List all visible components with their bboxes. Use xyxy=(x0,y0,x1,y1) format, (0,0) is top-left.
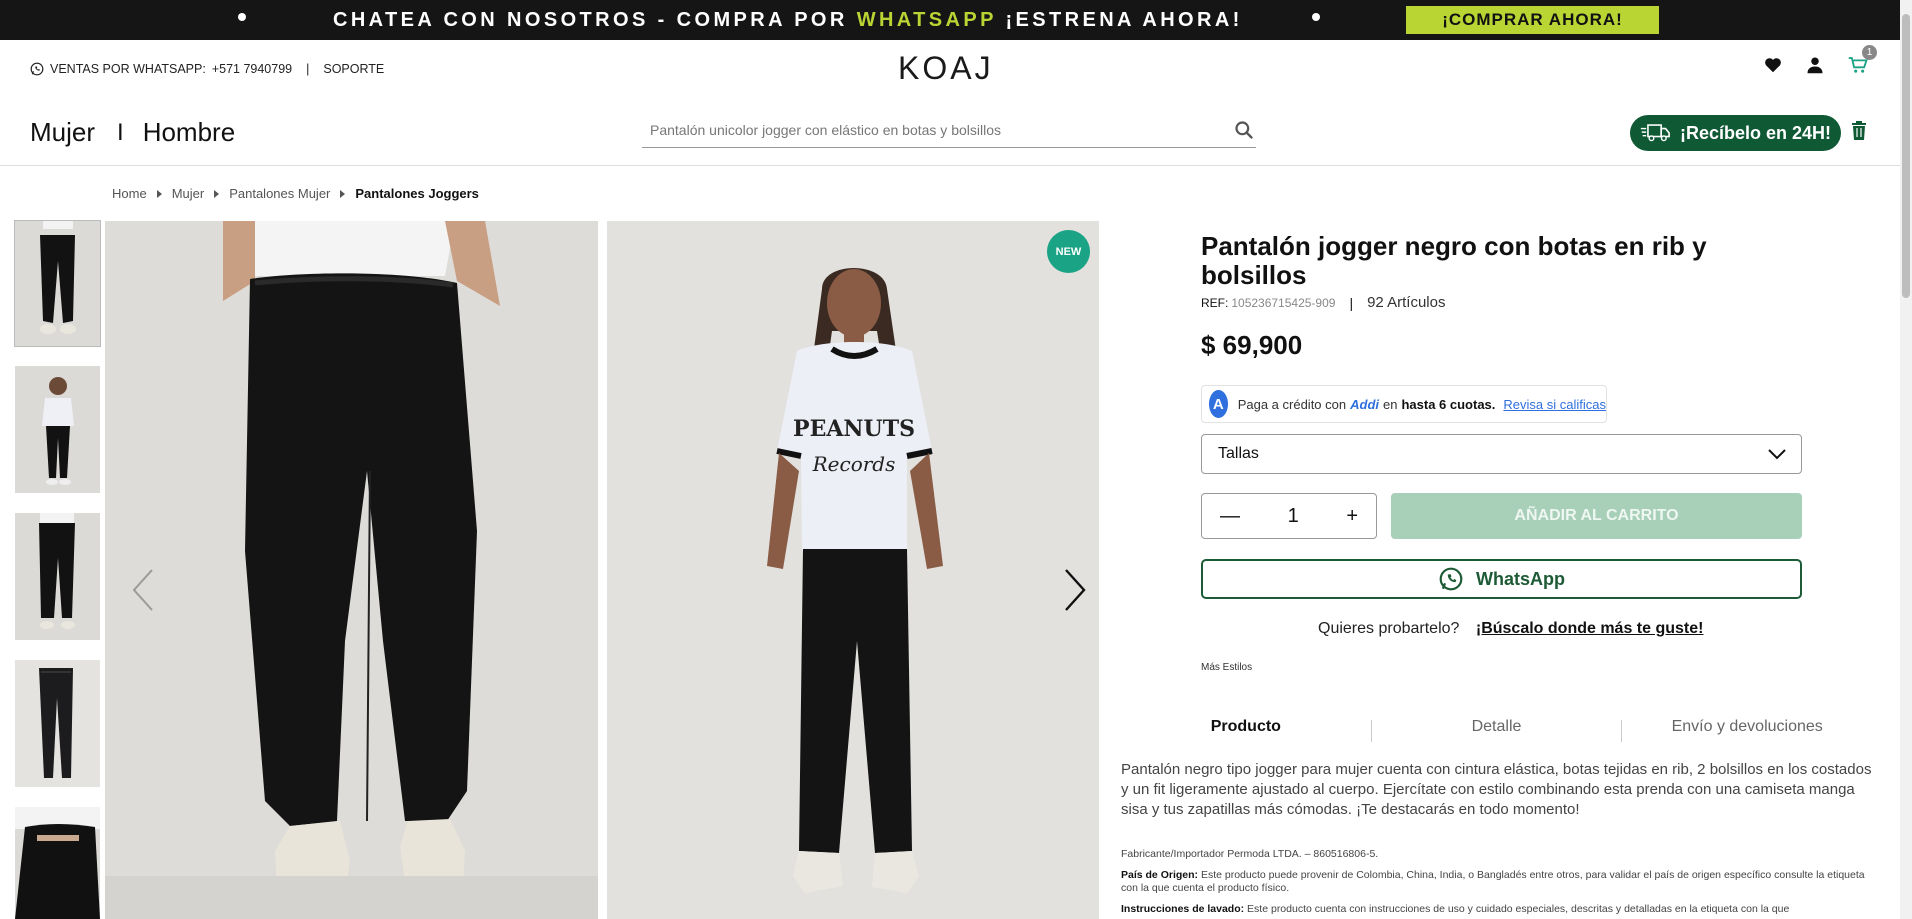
delivery-truck-icon xyxy=(1640,124,1670,142)
tab-detalle[interactable]: Detalle xyxy=(1372,718,1622,744)
user-icon[interactable] xyxy=(1806,56,1824,74)
breadcrumb-mujer[interactable]: Mujer xyxy=(172,186,205,201)
addi-check-link[interactable]: Revisa si calificas xyxy=(1503,397,1606,412)
whatsapp-phone[interactable]: +571 7940799 xyxy=(212,62,292,76)
page-scrollbar[interactable] xyxy=(1900,0,1912,919)
whatsapp-button-label: WhatsApp xyxy=(1476,568,1565,589)
articles-count: 92 Artículos xyxy=(1367,294,1446,311)
addi-credit-banner: A Paga a crédito con Addi en hasta 6 cuo… xyxy=(1201,385,1607,423)
addi-logo-icon: A xyxy=(1209,390,1228,418)
nav-divider: I xyxy=(117,118,124,146)
product-image-2[interactable]: PEANUTS Records xyxy=(607,221,1099,919)
promo-bar: CHATEA CON NOSOTROS - COMPRA POR WHATSAP… xyxy=(0,0,1912,40)
find-store-link[interactable]: ¡Búscalo donde más te guste! xyxy=(1476,620,1704,637)
ref-value: 105236715425-909 xyxy=(1231,295,1336,310)
whatsapp-icon xyxy=(30,62,44,76)
breadcrumb-separator-icon xyxy=(214,189,220,198)
breadcrumb-separator-icon xyxy=(156,189,162,198)
breadcrumb: Home Mujer Pantalones Mujer Pantalones J… xyxy=(112,186,479,201)
product-image-1[interactable] xyxy=(105,221,598,919)
product-ref: REF: 105236715425-909 | 92 Artículos xyxy=(1201,294,1446,311)
addi-brand: Addi xyxy=(1350,396,1379,412)
breadcrumb-home[interactable]: Home xyxy=(112,186,147,201)
logo[interactable]: KOAJ xyxy=(898,50,994,87)
tab-envio-devoluciones[interactable]: Envío y devoluciones xyxy=(1622,718,1872,744)
nav-men[interactable]: Hombre xyxy=(143,117,235,148)
whatsapp-button[interactable]: WhatsApp xyxy=(1201,559,1802,599)
washing-info: Instrucciones de lavado: Este producto c… xyxy=(1121,903,1790,915)
prev-image-arrow-icon[interactable] xyxy=(131,568,155,612)
breadcrumb-separator-icon xyxy=(340,189,346,198)
search-bar[interactable]: Pantalón unicolor jogger con elástico en… xyxy=(642,116,1256,148)
manufacturer-info: Fabricante/Importador Permoda LTDA. – 86… xyxy=(1121,848,1379,860)
origin-info: País de Origen: Este producto puede prov… xyxy=(1121,869,1865,894)
thumbnail-1[interactable] xyxy=(14,220,101,347)
breadcrumb-pantalones-mujer[interactable]: Pantalones Mujer xyxy=(229,186,330,201)
whatsapp-sales[interactable]: VENTAS POR WHATSAPP: +571 7940799 | SOPO… xyxy=(30,62,384,76)
thumbnail-4[interactable] xyxy=(15,660,100,787)
try-on-row: Quieres probartelo? ¡Búscalo donde más t… xyxy=(1318,620,1704,637)
thumbnail-2[interactable] xyxy=(15,366,100,493)
thumbnail-3[interactable] xyxy=(15,513,100,640)
more-styles-label: Más Estilos xyxy=(1201,662,1253,673)
svg-text:PEANUTS: PEANUTS xyxy=(793,416,915,442)
header-divider xyxy=(0,165,1900,166)
cart-count-badge: 1 xyxy=(1862,45,1877,60)
quantity-plus-button[interactable]: + xyxy=(1346,505,1358,528)
product-tabs: Producto Detalle Envío y devoluciones xyxy=(1121,718,1872,744)
chevron-down-icon xyxy=(1768,449,1786,460)
tab-producto[interactable]: Producto xyxy=(1121,718,1371,744)
support-link[interactable]: SOPORTE xyxy=(323,62,384,76)
header-icons xyxy=(1764,56,1868,74)
new-badge: NEW xyxy=(1047,230,1090,273)
promo-dot xyxy=(238,13,246,21)
trash-icon[interactable] xyxy=(1851,121,1867,140)
next-image-arrow-icon[interactable] xyxy=(1063,568,1087,612)
buy-now-button[interactable]: ¡COMPRAR AHORA! xyxy=(1406,6,1659,34)
search-icon[interactable] xyxy=(1234,120,1254,140)
quantity-minus-button[interactable]: — xyxy=(1220,505,1240,528)
promo-dot xyxy=(1312,13,1320,21)
whatsapp-icon xyxy=(1439,567,1463,591)
thumbnail-5[interactable] xyxy=(15,807,100,919)
add-to-cart-button[interactable]: AÑADIR AL CARRITO xyxy=(1391,493,1802,539)
product-price: $ 69,900 xyxy=(1201,330,1303,360)
product-title: Pantalón jogger negro con botas en rib y… xyxy=(1201,231,1707,290)
delivery-24h-button[interactable]: ¡Recíbelo en 24H! xyxy=(1630,115,1841,151)
product-description: Pantalón negro tipo jogger para mujer cu… xyxy=(1121,761,1872,818)
promo-message: CHATEA CON NOSOTROS - COMPRA POR WHATSAP… xyxy=(333,9,1243,31)
quantity-value[interactable]: 1 xyxy=(1288,505,1299,528)
scrollbar-thumb[interactable] xyxy=(1902,14,1910,298)
delivery-label: ¡Recíbelo en 24H! xyxy=(1679,122,1832,143)
heart-icon[interactable] xyxy=(1764,57,1782,73)
search-input[interactable]: Pantalón unicolor jogger con elástico en… xyxy=(650,122,1001,138)
breadcrumb-current: Pantalones Joggers xyxy=(355,186,479,201)
quantity-stepper: — 1 + xyxy=(1201,493,1377,539)
svg-text:Records: Records xyxy=(812,452,896,476)
nav-women[interactable]: Mujer xyxy=(30,117,95,148)
whatsapp-sales-label: VENTAS POR WHATSAPP: xyxy=(50,62,206,76)
main-nav: Mujer I Hombre xyxy=(30,117,235,148)
size-select-label: Tallas xyxy=(1218,445,1259,462)
size-select[interactable]: Tallas xyxy=(1201,434,1802,474)
